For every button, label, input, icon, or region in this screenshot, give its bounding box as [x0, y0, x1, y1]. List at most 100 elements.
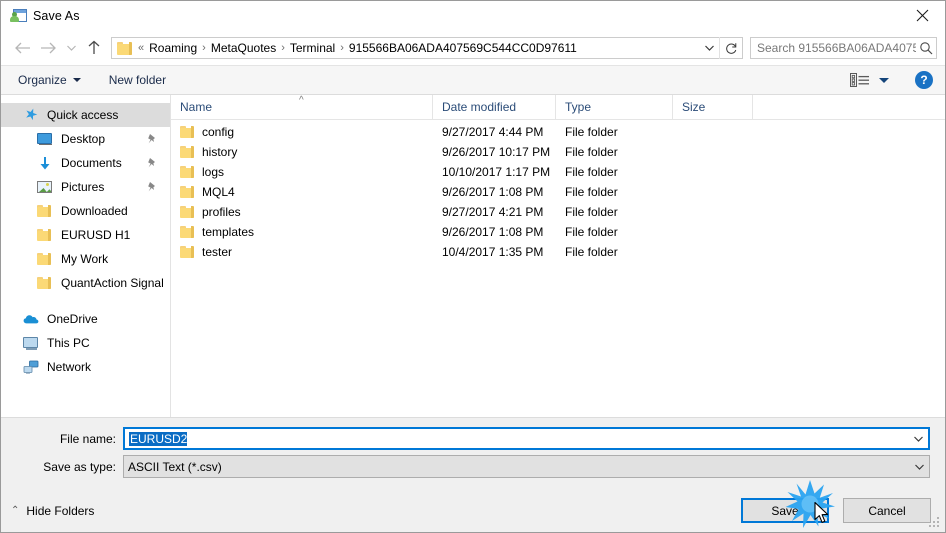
- this-pc-icon: [23, 335, 39, 351]
- file-name-input[interactable]: EURUSD2: [123, 427, 930, 450]
- column-header-size[interactable]: Size: [673, 95, 753, 119]
- folder-icon: [180, 186, 194, 198]
- sidebar-item-label: EURUSD H1: [61, 228, 131, 242]
- table-row[interactable]: templates 9/26/2017 1:08 PM File folder: [171, 222, 945, 242]
- table-row[interactable]: history 9/26/2017 10:17 PM File folder: [171, 142, 945, 162]
- search-icon: [916, 38, 936, 58]
- pictures-icon: [37, 179, 53, 195]
- network-icon: [23, 359, 39, 375]
- sidebar-item-desktop[interactable]: Desktop: [1, 127, 170, 151]
- file-date-cell: 9/26/2017 10:17 PM: [442, 145, 551, 159]
- resize-grip-icon[interactable]: [929, 517, 941, 529]
- file-date-cell: 9/27/2017 4:44 PM: [442, 125, 544, 139]
- table-row[interactable]: profiles 9/27/2017 4:21 PM File folder: [171, 202, 945, 222]
- folder-icon: [180, 146, 194, 158]
- pin-icon: [147, 157, 157, 169]
- hide-folders-label: Hide Folders: [26, 503, 95, 518]
- folder-icon: [180, 166, 194, 178]
- file-name-label: templates: [202, 225, 255, 239]
- sidebar-item-onedrive[interactable]: OneDrive: [1, 307, 170, 331]
- table-row[interactable]: MQL4 9/26/2017 1:08 PM File folder: [171, 182, 945, 202]
- pin-icon: [147, 133, 157, 145]
- column-header-date-modified[interactable]: Date modified: [433, 95, 556, 119]
- file-date-cell: 9/26/2017 1:08 PM: [442, 185, 544, 199]
- dialog-footer: ⌃ Hide Folders Save Cancel: [1, 489, 945, 532]
- chevron-down-icon: [913, 436, 923, 442]
- breadcrumb-item-terminal[interactable]: Terminal: [287, 40, 338, 56]
- breadcrumb-separator: ›: [281, 42, 285, 54]
- save-as-icon: [10, 8, 27, 24]
- title-bar: Save As: [1, 1, 945, 31]
- breadcrumb-overflow[interactable]: «: [136, 42, 146, 54]
- file-name-label: MQL4: [202, 185, 235, 199]
- view-options-chevron-down-icon[interactable]: [879, 77, 889, 83]
- breadcrumb-separator: ›: [340, 42, 344, 54]
- sidebar-item-label: QuantAction Signal: [61, 276, 164, 290]
- arrow-right-icon: [40, 42, 56, 54]
- save-as-type-dropdown-button[interactable]: [909, 456, 929, 477]
- arrow-up-icon: [88, 40, 100, 54]
- up-button[interactable]: [81, 35, 107, 61]
- save-form: File name: EURUSD2 Save as type: ASCII T…: [1, 417, 945, 489]
- column-label: Name: [180, 100, 213, 114]
- file-date-cell: 10/10/2017 1:17 PM: [442, 165, 551, 179]
- help-icon[interactable]: ?: [915, 71, 933, 89]
- breadcrumb-item-roaming[interactable]: Roaming: [146, 40, 200, 56]
- organize-button[interactable]: Organize: [15, 71, 84, 89]
- sidebar-item-downloaded[interactable]: Downloaded: [1, 199, 170, 223]
- address-dropdown-button[interactable]: [699, 38, 719, 58]
- close-icon: [916, 9, 929, 22]
- hide-folders-button[interactable]: ⌃ Hide Folders: [11, 504, 94, 518]
- file-name-cell: templates: [171, 225, 433, 239]
- sidebar-item-eurusd-h1[interactable]: EURUSD H1: [1, 223, 170, 247]
- table-row[interactable]: config 9/27/2017 4:44 PM File folder: [171, 122, 945, 142]
- new-folder-button[interactable]: New folder: [106, 71, 169, 89]
- save-label: Save: [771, 503, 799, 518]
- file-name-dropdown-button[interactable]: [908, 429, 928, 448]
- sidebar-item-label: My Work: [61, 252, 109, 266]
- sidebar-item-pictures[interactable]: Pictures: [1, 175, 170, 199]
- sidebar-item-documents[interactable]: Documents: [1, 151, 170, 175]
- refresh-button[interactable]: [719, 37, 742, 59]
- column-headers: Name ^ Date modified Type Size: [171, 95, 945, 120]
- breadcrumb: « Roaming › MetaQuotes › Terminal › 9155…: [136, 40, 699, 56]
- back-button[interactable]: [9, 35, 35, 61]
- breadcrumb-item-terminal-id[interactable]: 915566BA06ADA407569C544CC0D97611: [346, 40, 580, 56]
- chevron-down-icon: [72, 78, 81, 82]
- address-bar[interactable]: « Roaming › MetaQuotes › Terminal › 9155…: [111, 37, 743, 59]
- cancel-button[interactable]: Cancel: [843, 498, 931, 523]
- folder-icon: [180, 226, 194, 238]
- table-row[interactable]: tester 10/4/2017 1:35 PM File folder: [171, 242, 945, 262]
- window-title: Save As: [33, 9, 80, 23]
- view-layout-icon[interactable]: [850, 72, 870, 88]
- file-name-label: profiles: [202, 205, 241, 219]
- file-name-cell: tester: [171, 245, 433, 259]
- sidebar-item-my-work[interactable]: My Work: [1, 247, 170, 271]
- save-button[interactable]: Save: [741, 498, 829, 523]
- save-as-type-select[interactable]: ASCII Text (*.csv): [123, 455, 930, 478]
- file-name-value[interactable]: EURUSD2: [125, 431, 908, 446]
- file-name-label: logs: [202, 165, 225, 179]
- close-button[interactable]: [900, 1, 945, 30]
- file-name-label: history: [202, 145, 238, 159]
- search-input[interactable]: Search 915566BA06ADA40756...: [751, 41, 916, 55]
- recent-locations-button[interactable]: [61, 35, 81, 61]
- sidebar-item-this-pc[interactable]: This PC: [1, 331, 170, 355]
- file-date-cell: 10/4/2017 1:35 PM: [442, 245, 544, 259]
- chevron-down-icon: [704, 45, 714, 51]
- command-toolbar: Organize New folder ?: [1, 65, 945, 95]
- file-date-cell: 9/26/2017 1:08 PM: [442, 225, 544, 239]
- sidebar-item-quick-access[interactable]: ★ Quick access: [1, 103, 170, 127]
- sidebar-item-network[interactable]: Network: [1, 355, 170, 379]
- file-type-cell: File folder: [565, 245, 618, 259]
- forward-button[interactable]: [35, 35, 61, 61]
- sidebar-item-label: Network: [47, 360, 92, 374]
- column-header-name[interactable]: Name ^: [171, 95, 433, 119]
- column-header-type[interactable]: Type: [556, 95, 673, 119]
- sidebar-item-quantaction-signal[interactable]: QuantAction Signal: [1, 271, 170, 295]
- table-row[interactable]: logs 10/10/2017 1:17 PM File folder: [171, 162, 945, 182]
- save-as-type-value: ASCII Text (*.csv): [128, 459, 222, 474]
- breadcrumb-item-metaquotes[interactable]: MetaQuotes: [208, 40, 279, 56]
- search-box[interactable]: Search 915566BA06ADA40756...: [750, 37, 937, 59]
- file-list-pane: Name ^ Date modified Type Size config 9/…: [171, 95, 945, 417]
